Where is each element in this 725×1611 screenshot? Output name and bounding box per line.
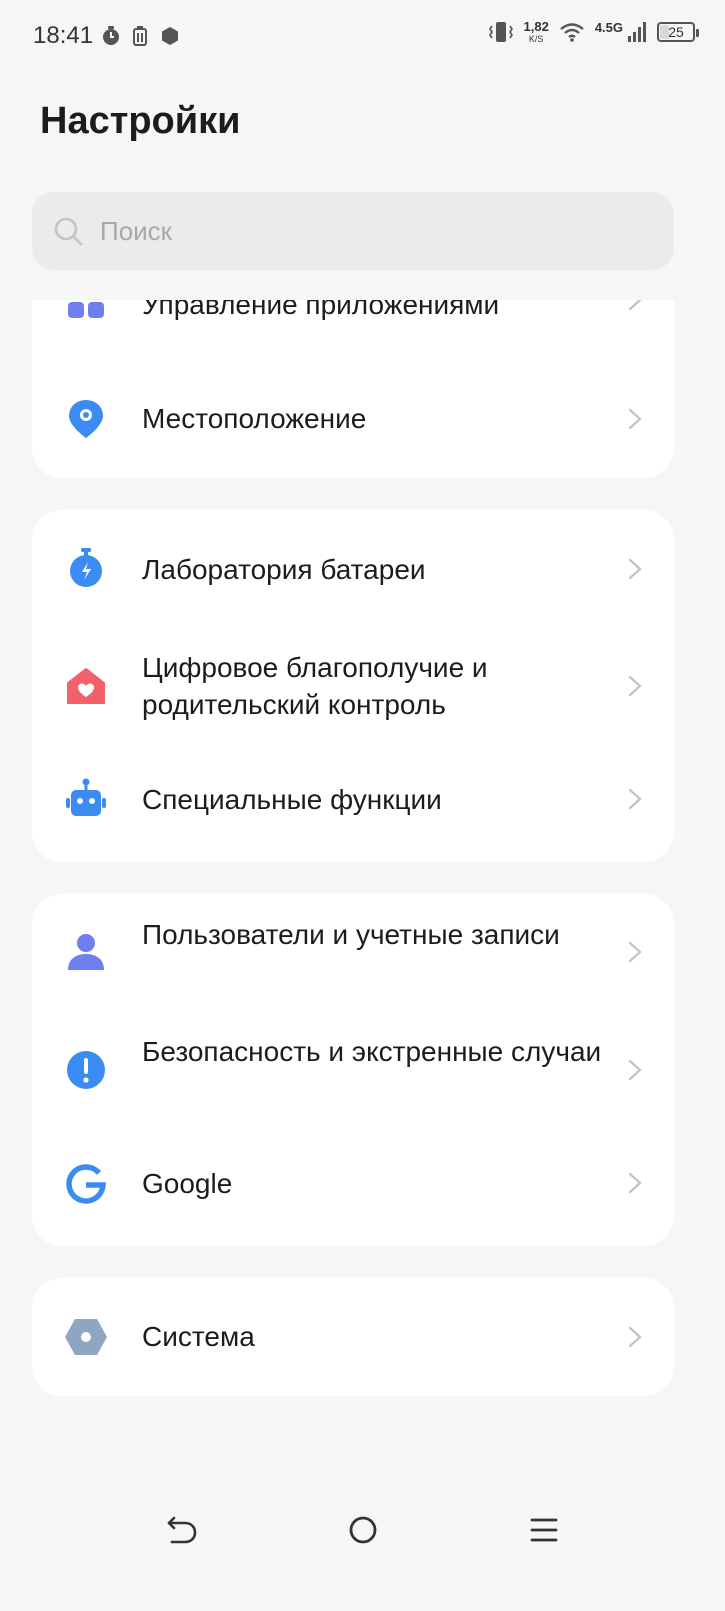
settings-item-label: Google: [142, 1168, 233, 1199]
menu-icon: [530, 1518, 558, 1542]
battery-lab-icon: [70, 548, 102, 587]
chevron-right-icon: [628, 300, 642, 311]
chevron-right-icon: [628, 788, 642, 810]
accessibility-robot-icon: [66, 778, 106, 816]
network-type: 4.5G: [594, 19, 623, 35]
user-icon: [68, 934, 104, 970]
status-time: 18:41: [33, 22, 94, 49]
battery-indicator: 25: [657, 22, 699, 42]
settings-list[interactable]: Управление приложениями Местоположение Л…: [0, 300, 725, 1440]
page-title: Настройки: [40, 100, 241, 142]
battery-percent: 25: [668, 24, 684, 40]
network-speed: 1,82 K/S: [523, 19, 549, 44]
settings-item-safety-emergency[interactable]: Безопасность и экстренные случаи: [32, 1010, 674, 1128]
back-button[interactable]: [160, 1508, 204, 1552]
status-bar: 18:41 1,82 K/S 4.5G 25: [0, 0, 725, 72]
settings-item-label: Система: [142, 1321, 255, 1352]
digital-wellbeing-icon: [67, 668, 105, 704]
chevron-right-icon: [628, 1172, 642, 1194]
settings-item-digital-wellbeing[interactable]: Цифровое благополучие и родительский кон…: [32, 628, 674, 744]
system-hexagon-icon: [65, 1319, 107, 1355]
wifi-icon: [560, 23, 584, 42]
navigation-bar: [0, 1490, 725, 1570]
settings-item-label: Цифровое благополучие и родительский кон…: [142, 652, 488, 720]
app-grid-icon: [68, 302, 104, 318]
settings-item-system[interactable]: Система: [32, 1278, 674, 1396]
settings-item-label: Пользователи и учетные записи: [142, 919, 560, 950]
battery-saver-icon: [133, 26, 147, 46]
home-button[interactable]: [341, 1508, 385, 1552]
settings-item-google[interactable]: Google: [32, 1128, 674, 1246]
back-icon: [167, 1516, 197, 1544]
settings-item-location[interactable]: Местоположение: [32, 360, 674, 478]
settings-item-battery-lab[interactable]: Лаборатория батареи: [32, 510, 674, 628]
search-input[interactable]: Поиск: [32, 192, 674, 270]
chevron-right-icon: [628, 1059, 642, 1081]
chevron-right-icon: [628, 408, 642, 430]
chevron-right-icon: [628, 941, 642, 963]
settings-item-label: Лаборатория батареи: [142, 554, 426, 585]
search-icon: [54, 217, 83, 246]
settings-group-apps: Управление приложениями Местоположение: [32, 300, 674, 478]
search-placeholder: Поиск: [100, 215, 173, 246]
chevron-right-icon: [628, 675, 642, 697]
chevron-right-icon: [628, 558, 642, 580]
settings-group-battery-wellbeing: Лаборатория батареи Цифровое благополучи…: [32, 510, 674, 862]
vibrate-icon: [488, 22, 513, 42]
settings-item-app-management[interactable]: Управление приложениями: [32, 300, 674, 360]
settings-hexagon-icon: [162, 27, 178, 45]
signal-icon: [628, 22, 646, 42]
settings-item-label: Безопасность и экстренные случаи: [142, 1036, 602, 1067]
home-icon: [349, 1516, 377, 1544]
settings-group-accounts-security: Пользователи и учетные записи Безопаснос…: [32, 894, 674, 1246]
settings-item-label: Местоположение: [142, 403, 367, 434]
recents-button[interactable]: [522, 1508, 566, 1552]
settings-group-system: Система: [32, 1278, 674, 1396]
settings-item-accessibility[interactable]: Специальные функции: [32, 744, 674, 862]
google-icon: [66, 1164, 106, 1204]
location-pin-icon: [69, 400, 103, 438]
settings-item-label: Специальные функции: [142, 784, 442, 815]
settings-item-users-accounts[interactable]: Пользователи и учетные записи: [32, 894, 674, 1010]
emergency-icon: [67, 1051, 105, 1089]
settings-item-label: Управление приложениями: [142, 300, 500, 320]
timer-icon: [103, 26, 119, 45]
chevron-right-icon: [628, 1326, 642, 1348]
